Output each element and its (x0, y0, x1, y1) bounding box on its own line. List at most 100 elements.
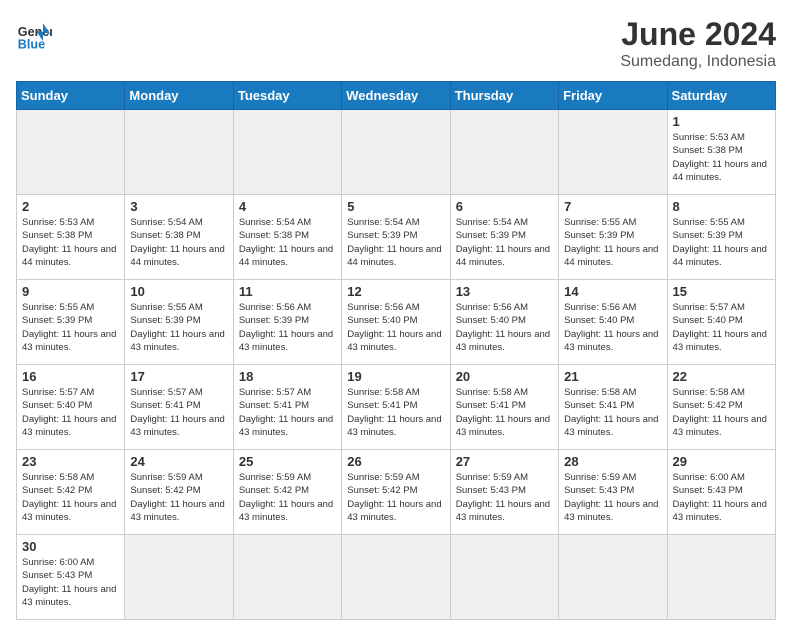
weekday-header-monday: Monday (125, 82, 233, 110)
day-cell (233, 535, 341, 620)
day-info: Sunrise: 5:56 AMSunset: 5:39 PMDaylight:… (239, 301, 336, 354)
week-row-6: 30 Sunrise: 6:00 AMSunset: 5:43 PMDayligh… (17, 535, 776, 620)
weekday-header-wednesday: Wednesday (342, 82, 450, 110)
day-info: Sunrise: 5:57 AMSunset: 5:40 PMDaylight:… (673, 301, 770, 354)
svg-text:Blue: Blue (18, 37, 45, 51)
weekday-header-sunday: Sunday (17, 82, 125, 110)
day-cell: 9Sunrise: 5:55 AMSunset: 5:39 PMDaylight… (17, 280, 125, 365)
day-info: Sunrise: 5:54 AMSunset: 5:39 PMDaylight:… (347, 216, 444, 269)
calendar-table: SundayMondayTuesdayWednesdayThursdayFrid… (16, 81, 776, 620)
week-row-2: 2 Sunrise: 5:53 AMSunset: 5:38 PMDaylight… (17, 195, 776, 280)
day-cell: 29Sunrise: 6:00 AMSunset: 5:43 PMDayligh… (667, 450, 775, 535)
weekday-header-row: SundayMondayTuesdayWednesdayThursdayFrid… (17, 82, 776, 110)
day-number: 19 (347, 369, 444, 384)
day-number: 3 (130, 199, 227, 214)
day-cell: 2 Sunrise: 5:53 AMSunset: 5:38 PMDaylight… (17, 195, 125, 280)
day-cell: 13 Sunrise: 5:56 AMSunset: 5:40 PMDayligh… (450, 280, 558, 365)
day-cell: 8 Sunrise: 5:55 AMSunset: 5:39 PMDaylight… (667, 195, 775, 280)
day-cell (342, 110, 450, 195)
day-info: Sunrise: 5:56 AMSunset: 5:40 PMDaylight:… (347, 301, 444, 354)
weekday-header-saturday: Saturday (667, 82, 775, 110)
day-info: Sunrise: 5:55 AMSunset: 5:39 PMDaylight:… (673, 216, 770, 269)
day-info: Sunrise: 6:00 AMSunset: 5:43 PMDaylight:… (673, 471, 770, 524)
day-info: Sunrise: 5:59 AMSunset: 5:43 PMDaylight:… (456, 471, 553, 524)
day-cell: 3 Sunrise: 5:54 AMSunset: 5:38 PMDaylight… (125, 195, 233, 280)
day-cell: 23 Sunrise: 5:58 AMSunset: 5:42 PMDayligh… (17, 450, 125, 535)
day-cell: 7 Sunrise: 5:55 AMSunset: 5:39 PMDaylight… (559, 195, 667, 280)
day-number: 13 (456, 284, 553, 299)
day-cell: 12 Sunrise: 5:56 AMSunset: 5:40 PMDayligh… (342, 280, 450, 365)
day-cell: 19Sunrise: 5:58 AMSunset: 5:41 PMDayligh… (342, 365, 450, 450)
day-number: 12 (347, 284, 444, 299)
day-number: 17 (130, 369, 227, 384)
day-number: 9 (22, 284, 119, 299)
day-info: Sunrise: 5:59 AMSunset: 5:42 PMDaylight:… (130, 471, 227, 524)
day-cell (559, 110, 667, 195)
day-number: 1 (673, 114, 770, 129)
day-cell: 20 Sunrise: 5:58 AMSunset: 5:41 PMDayligh… (450, 365, 558, 450)
day-number: 7 (564, 199, 661, 214)
day-number: 20 (456, 369, 553, 384)
day-cell (125, 535, 233, 620)
day-cell: 14Sunrise: 5:56 AMSunset: 5:40 PMDayligh… (559, 280, 667, 365)
calendar-subtitle: Sumedang, Indonesia (620, 53, 776, 71)
day-cell (450, 535, 558, 620)
logo-icon: General Blue (16, 16, 52, 52)
day-info: Sunrise: 6:00 AMSunset: 5:43 PMDaylight:… (22, 556, 119, 609)
week-row-1: 1 Sunrise: 5:53 AMSunset: 5:38 PMDaylight… (17, 110, 776, 195)
day-cell: 16Sunrise: 5:57 AMSunset: 5:40 PMDayligh… (17, 365, 125, 450)
day-number: 18 (239, 369, 336, 384)
day-cell (342, 535, 450, 620)
day-cell: 4Sunrise: 5:54 AMSunset: 5:38 PMDaylight… (233, 195, 341, 280)
day-cell: 11 Sunrise: 5:56 AMSunset: 5:39 PMDayligh… (233, 280, 341, 365)
day-number: 11 (239, 284, 336, 299)
page-header: General Blue June 2024 Sumedang, Indones… (16, 16, 776, 71)
day-number: 26 (347, 454, 444, 469)
day-cell (233, 110, 341, 195)
day-number: 8 (673, 199, 770, 214)
day-info: Sunrise: 5:58 AMSunset: 5:41 PMDaylight:… (456, 386, 553, 439)
day-number: 4 (239, 199, 336, 214)
day-cell: 17 Sunrise: 5:57 AMSunset: 5:41 PMDayligh… (125, 365, 233, 450)
day-info: Sunrise: 5:54 AMSunset: 5:39 PMDaylight:… (456, 216, 553, 269)
day-info: Sunrise: 5:56 AMSunset: 5:40 PMDaylight:… (456, 301, 553, 354)
day-number: 16 (22, 369, 119, 384)
day-info: Sunrise: 5:53 AMSunset: 5:38 PMDaylight:… (673, 131, 770, 184)
day-info: Sunrise: 5:54 AMSunset: 5:38 PMDaylight:… (130, 216, 227, 269)
day-cell: 25 Sunrise: 5:59 AMSunset: 5:42 PMDayligh… (233, 450, 341, 535)
day-cell: 21 Sunrise: 5:58 AMSunset: 5:41 PMDayligh… (559, 365, 667, 450)
title-area: June 2024 Sumedang, Indonesia (620, 16, 776, 71)
day-number: 27 (456, 454, 553, 469)
day-cell: 26 Sunrise: 5:59 AMSunset: 5:42 PMDayligh… (342, 450, 450, 535)
day-number: 23 (22, 454, 119, 469)
day-cell: 15Sunrise: 5:57 AMSunset: 5:40 PMDayligh… (667, 280, 775, 365)
day-number: 10 (130, 284, 227, 299)
day-cell: 18Sunrise: 5:57 AMSunset: 5:41 PMDayligh… (233, 365, 341, 450)
day-info: Sunrise: 5:58 AMSunset: 5:42 PMDaylight:… (673, 386, 770, 439)
day-number: 30 (22, 539, 119, 554)
day-info: Sunrise: 5:58 AMSunset: 5:41 PMDaylight:… (564, 386, 661, 439)
calendar-title: June 2024 (620, 16, 776, 53)
day-number: 24 (130, 454, 227, 469)
weekday-header-thursday: Thursday (450, 82, 558, 110)
day-info: Sunrise: 5:59 AMSunset: 5:42 PMDaylight:… (347, 471, 444, 524)
day-number: 25 (239, 454, 336, 469)
day-cell (667, 535, 775, 620)
day-number: 2 (22, 199, 119, 214)
day-cell: 6 Sunrise: 5:54 AMSunset: 5:39 PMDaylight… (450, 195, 558, 280)
week-row-3: 9Sunrise: 5:55 AMSunset: 5:39 PMDaylight… (17, 280, 776, 365)
weekday-header-tuesday: Tuesday (233, 82, 341, 110)
day-cell: 1 Sunrise: 5:53 AMSunset: 5:38 PMDaylight… (667, 110, 775, 195)
day-cell: 24 Sunrise: 5:59 AMSunset: 5:42 PMDayligh… (125, 450, 233, 535)
day-number: 21 (564, 369, 661, 384)
day-info: Sunrise: 5:55 AMSunset: 5:39 PMDaylight:… (564, 216, 661, 269)
day-info: Sunrise: 5:57 AMSunset: 5:41 PMDaylight:… (130, 386, 227, 439)
day-cell: 22Sunrise: 5:58 AMSunset: 5:42 PMDayligh… (667, 365, 775, 450)
day-cell (17, 110, 125, 195)
day-info: Sunrise: 5:58 AMSunset: 5:42 PMDaylight:… (22, 471, 119, 524)
day-info: Sunrise: 5:53 AMSunset: 5:38 PMDaylight:… (22, 216, 119, 269)
day-info: Sunrise: 5:59 AMSunset: 5:43 PMDaylight:… (564, 471, 661, 524)
day-info: Sunrise: 5:59 AMSunset: 5:42 PMDaylight:… (239, 471, 336, 524)
day-number: 6 (456, 199, 553, 214)
day-number: 14 (564, 284, 661, 299)
